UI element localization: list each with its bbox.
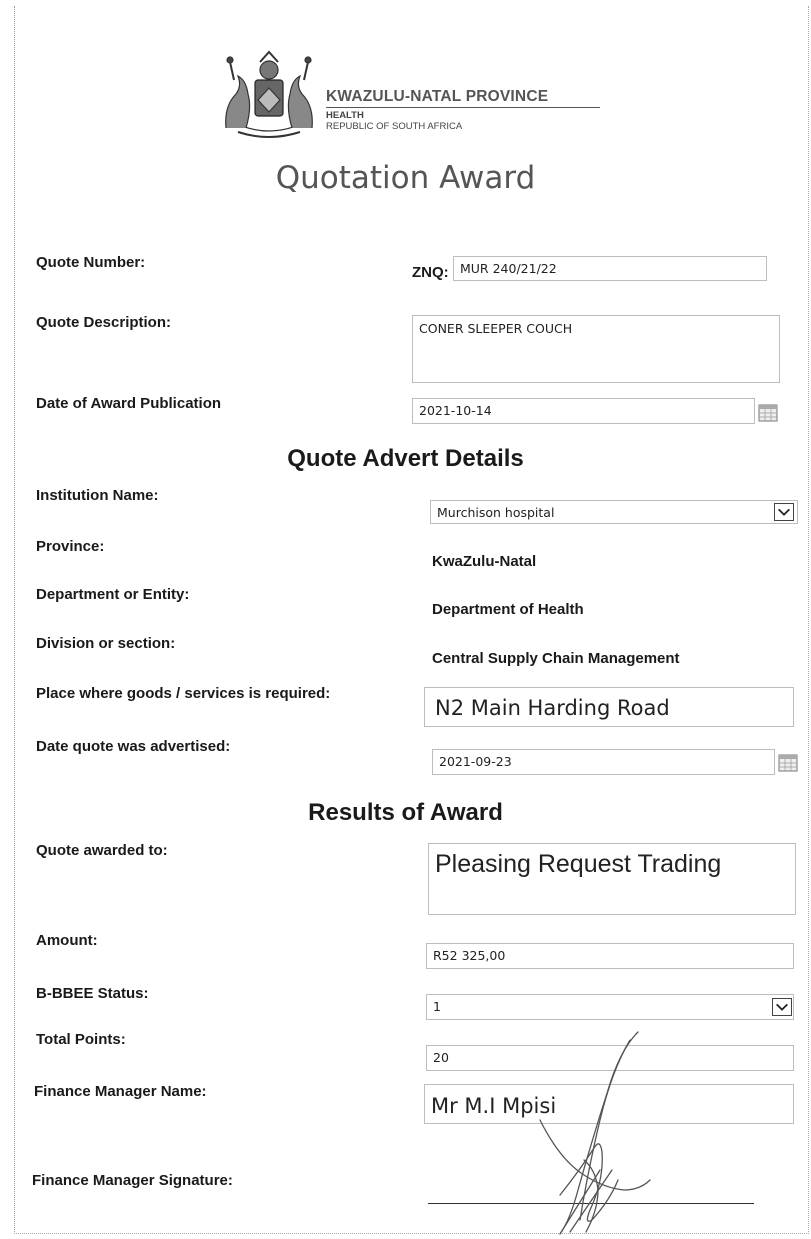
finance-manager-label: Finance Manager Name: — [34, 1083, 207, 1100]
header-divider — [326, 107, 600, 108]
awarded-to-field[interactable]: Pleasing Request Trading — [428, 843, 796, 915]
total-points-label: Total Points: — [36, 1031, 126, 1048]
department-value: Department of Health — [432, 601, 584, 618]
institution-select[interactable]: Murchison hospital — [430, 500, 798, 524]
amount-field[interactable]: R52 325,00 — [426, 943, 794, 969]
quote-number-prefix: ZNQ: — [412, 264, 449, 281]
bbbee-label: B-BBEE Status: — [36, 985, 149, 1002]
country-name: REPUBLIC OF SOUTH AFRICA — [326, 121, 463, 132]
page-title: Quotation Award — [275, 160, 536, 196]
chevron-down-icon[interactable] — [774, 503, 794, 521]
province-label: Province: — [36, 538, 105, 555]
quote-description-field[interactable]: CONER SLEEPER COUCH — [412, 315, 780, 383]
place-field[interactable]: N2 Main Harding Road — [424, 687, 794, 727]
division-value: Central Supply Chain Management — [432, 650, 680, 667]
signature-label: Finance Manager Signature: — [32, 1172, 233, 1189]
bbbee-select[interactable]: 1 — [426, 994, 794, 1020]
institution-label: Institution Name: — [36, 487, 159, 504]
department-label: Department or Entity: — [36, 586, 190, 603]
date-award-label: Date of Award Publication — [36, 395, 222, 412]
quote-number-field[interactable]: MUR 240/21/22 — [453, 256, 767, 281]
coat-of-arms-icon — [225, 50, 313, 138]
date-advertised-field[interactable]: 2021-09-23 — [432, 749, 775, 775]
chevron-down-icon[interactable] — [772, 998, 792, 1016]
amount-label: Amount: — [36, 932, 98, 949]
results-heading: Results of Award — [308, 799, 503, 826]
awarded-to-label: Quote awarded to: — [36, 842, 168, 859]
province-value: KwaZulu-Natal — [432, 553, 537, 570]
calendar-icon[interactable] — [758, 404, 778, 422]
quote-number-label: Quote Number: — [36, 254, 146, 271]
date-award-field[interactable]: 2021-10-14 — [412, 398, 755, 424]
handwritten-signature — [539, 1031, 651, 1235]
advert-details-heading: Quote Advert Details — [287, 445, 524, 472]
calendar-icon[interactable] — [778, 754, 798, 772]
division-label: Division or section: — [36, 635, 176, 652]
place-label: Place where goods / services is required… — [36, 685, 331, 702]
province-name: KWAZULU-NATAL PROVINCE — [326, 88, 549, 105]
department-name: HEALTH — [326, 110, 364, 121]
quote-description-label: Quote Description: — [36, 314, 172, 331]
date-advertised-label: Date quote was advertised: — [36, 738, 231, 755]
